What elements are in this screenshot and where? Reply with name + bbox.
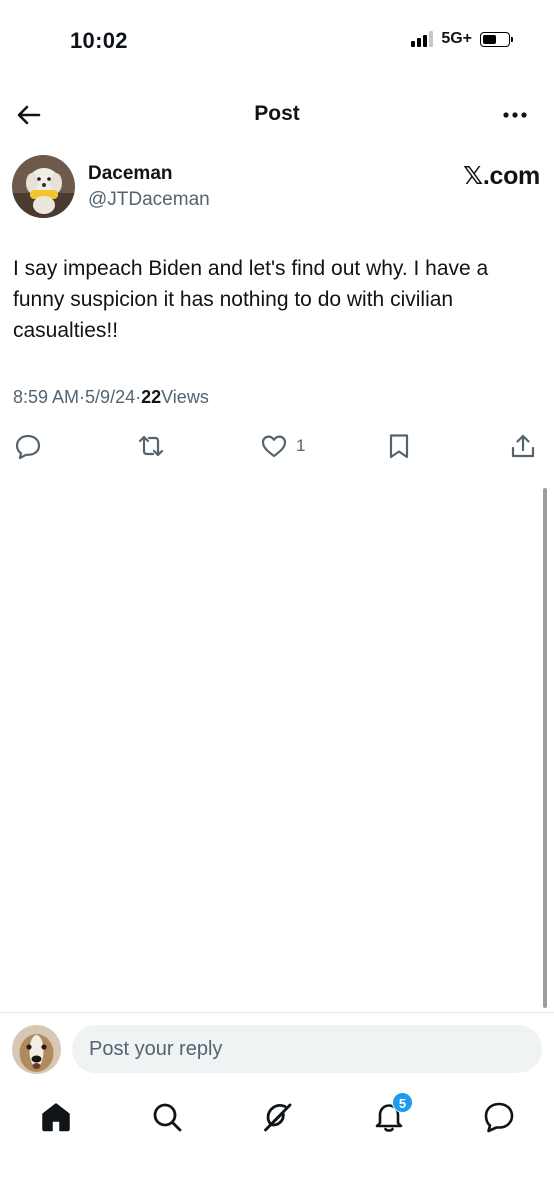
views-count: 22: [141, 387, 162, 407]
tab-notifications[interactable]: 5: [372, 1092, 413, 1134]
status-indicators: 5G+: [411, 30, 513, 48]
share-button[interactable]: [509, 430, 537, 462]
post-actions: 1: [0, 430, 554, 466]
battery-icon: [480, 31, 513, 47]
reply-icon: [15, 434, 41, 460]
tab-messages[interactable]: [482, 1100, 516, 1134]
tab-search[interactable]: [150, 1100, 184, 1134]
tab-grok[interactable]: [261, 1100, 295, 1134]
source-label: 𝕏.com: [463, 162, 540, 190]
search-icon: [153, 1103, 182, 1132]
repost-icon: [138, 435, 164, 457]
reply-input[interactable]: [72, 1025, 542, 1073]
reply-bar: [0, 1012, 554, 1086]
more-button[interactable]: [500, 100, 530, 130]
post-author: Daceman @JTDaceman 𝕏.com: [12, 155, 542, 219]
views-label: Views: [161, 387, 209, 407]
post-date: 5/9/24: [85, 387, 136, 407]
messages-icon: [484, 1102, 514, 1133]
tab-home[interactable]: [39, 1100, 73, 1134]
status-bar: 10:02 5G+: [0, 0, 554, 80]
post-time: 8:59 AM: [13, 387, 80, 407]
grok-icon: [264, 1103, 292, 1132]
repost-button[interactable]: [137, 430, 165, 462]
user-avatar[interactable]: [12, 1025, 61, 1074]
post-text: I say impeach Biden and let's find out w…: [13, 257, 489, 342]
header: Post: [0, 90, 554, 140]
bookmark-icon: [389, 434, 409, 459]
post-meta: 8:59 AM · 5/9/24 · 22 Views: [13, 387, 209, 408]
author-handle[interactable]: @JTDaceman: [88, 189, 210, 211]
home-icon: [42, 1103, 70, 1132]
more-icon: [503, 112, 527, 118]
scrollbar[interactable]: [543, 488, 547, 1008]
bookmark-button[interactable]: [385, 430, 413, 462]
reply-button[interactable]: [14, 430, 42, 462]
share-icon: [511, 434, 535, 458]
like-button[interactable]: 1: [260, 430, 305, 462]
signal-icon: [411, 31, 434, 47]
avatar[interactable]: [12, 155, 75, 218]
bottom-tab-bar: 5: [0, 1092, 554, 1144]
page-title: Post: [254, 102, 300, 125]
author-name[interactable]: Daceman: [88, 163, 173, 185]
notifications-badge: 5: [392, 1092, 413, 1113]
status-time: 10:02: [70, 28, 128, 53]
network-label: 5G+: [441, 30, 472, 47]
heart-icon: [261, 435, 287, 458]
like-count: 1: [296, 436, 306, 455]
